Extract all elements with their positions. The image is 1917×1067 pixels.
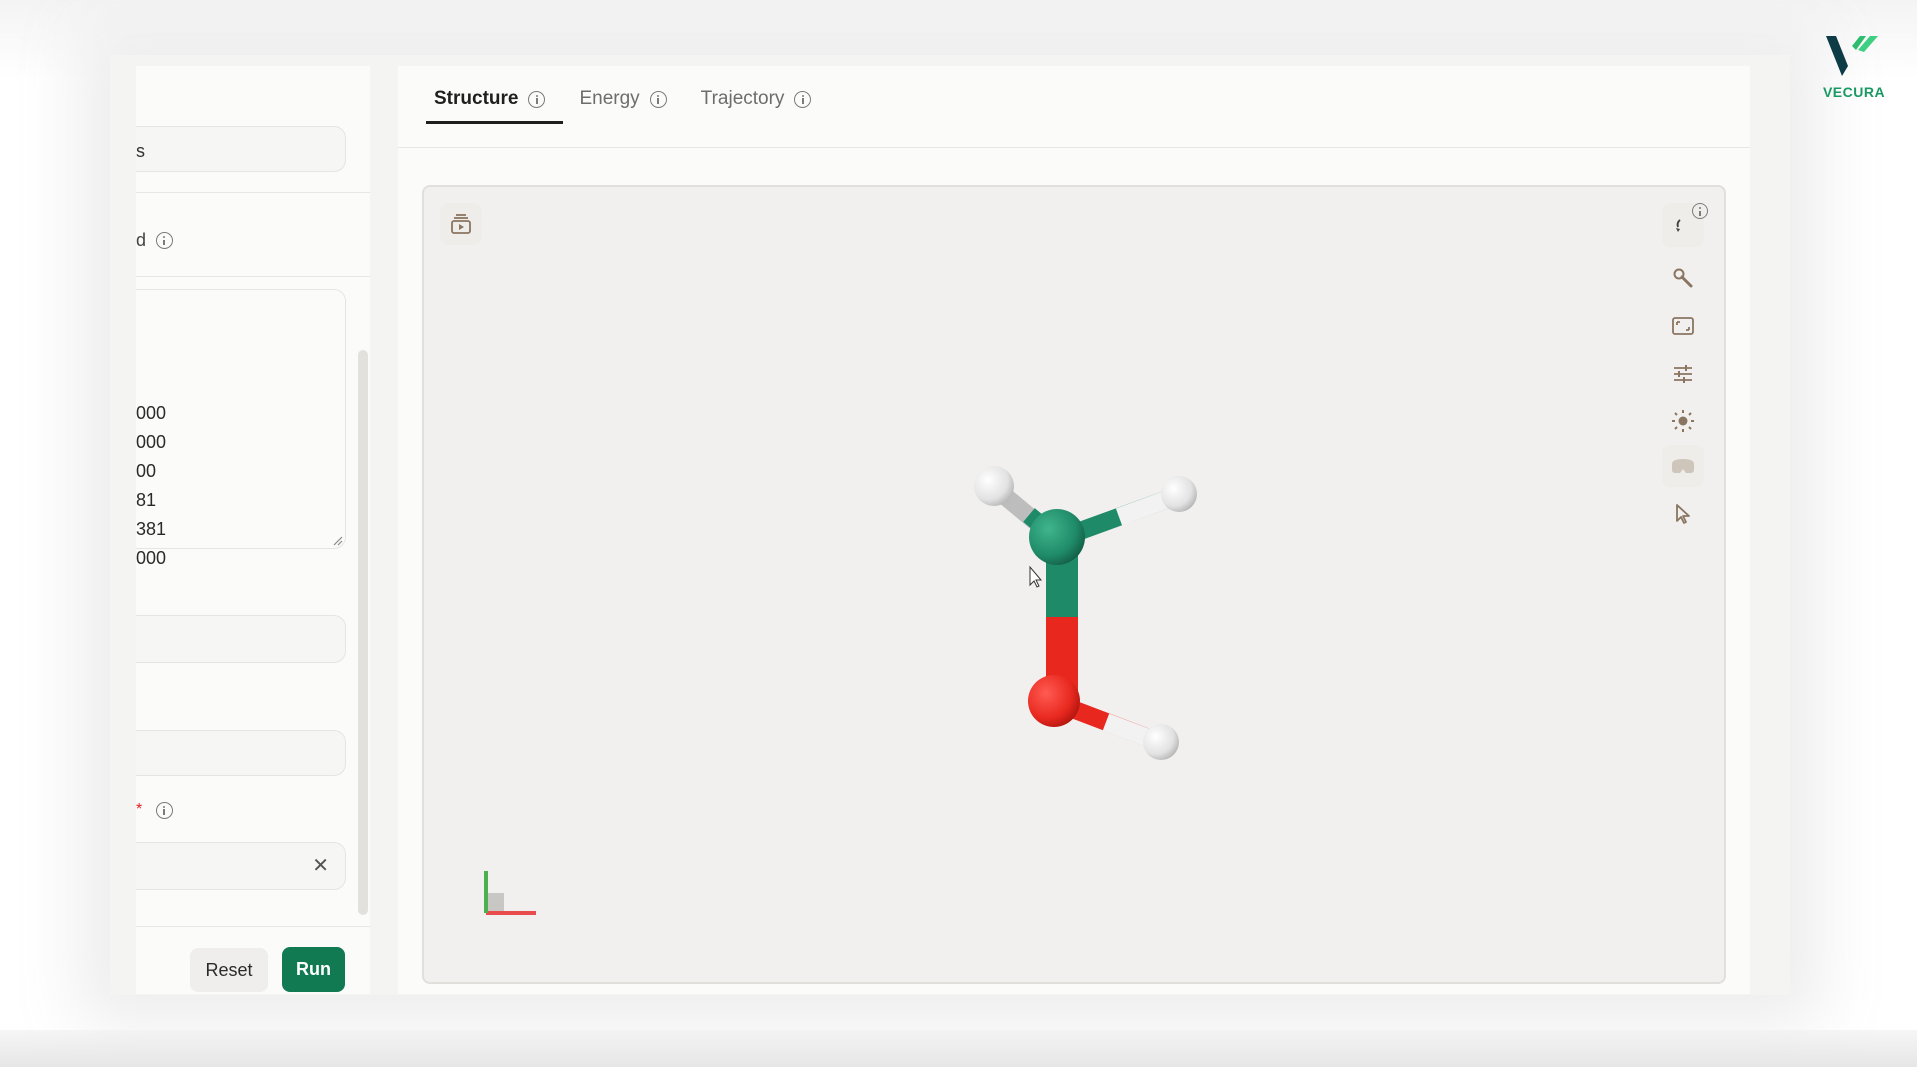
input-field-3[interactable] bbox=[136, 615, 346, 663]
field-label-5: * bbox=[136, 801, 174, 819]
axes-gizmo bbox=[484, 871, 536, 915]
required-marker: * bbox=[136, 801, 143, 818]
hydrogen-atom[interactable] bbox=[974, 466, 1014, 506]
input-field-4[interactable] bbox=[136, 730, 346, 776]
brand-name: VECURA bbox=[1822, 84, 1886, 100]
coordinates-textarea[interactable] bbox=[136, 289, 346, 549]
field-label-2: d bbox=[136, 230, 174, 251]
coordinate-line: 81 bbox=[136, 490, 157, 510]
hydrogen-atom[interactable] bbox=[1143, 724, 1179, 760]
section-divider bbox=[136, 192, 370, 193]
clear-icon[interactable]: ✕ bbox=[312, 853, 329, 878]
carbon-atom[interactable] bbox=[1029, 509, 1085, 565]
molecule-scene[interactable] bbox=[424, 187, 1724, 982]
tab-energy[interactable]: Energy bbox=[579, 88, 674, 124]
tab-divider bbox=[398, 147, 1750, 148]
coordinate-line: 000 bbox=[136, 548, 167, 568]
info-icon[interactable] bbox=[794, 90, 812, 108]
tab-label: Structure bbox=[434, 88, 519, 109]
hydrogen-atom[interactable] bbox=[1161, 476, 1197, 512]
molecule-viewer[interactable] bbox=[422, 185, 1726, 984]
field-label-2-text: d bbox=[136, 230, 147, 250]
coordinate-line: 00 bbox=[136, 461, 157, 481]
bottom-fade bbox=[0, 1030, 1917, 1067]
info-icon[interactable] bbox=[649, 90, 667, 108]
left-panel: s d 000 000 00 81 381 000 * ✕ bbox=[136, 66, 370, 994]
run-button[interactable]: Run bbox=[282, 947, 345, 992]
coordinate-line: 000 bbox=[136, 432, 167, 452]
tab-bar: Structure Energy Trajectory bbox=[425, 88, 820, 124]
coordinates-text: 000 000 00 81 381 000 bbox=[136, 399, 166, 573]
mouse-cursor-icon bbox=[1029, 565, 1043, 588]
oxygen-atom[interactable] bbox=[1028, 675, 1080, 727]
input-field-1-value: s bbox=[136, 141, 145, 161]
coordinate-line: 000 bbox=[136, 403, 167, 423]
info-icon[interactable] bbox=[156, 801, 174, 819]
coordinate-line: 381 bbox=[136, 519, 167, 539]
tab-structure[interactable]: Structure bbox=[425, 88, 564, 124]
info-icon[interactable] bbox=[528, 90, 546, 108]
tab-label: Energy bbox=[579, 88, 640, 109]
tab-label: Trajectory bbox=[700, 88, 785, 109]
input-field-5[interactable]: ✕ bbox=[136, 842, 346, 890]
reset-button[interactable]: Reset bbox=[190, 948, 268, 992]
input-field-1[interactable]: s bbox=[136, 126, 346, 172]
resize-handle-icon[interactable] bbox=[333, 536, 343, 546]
left-panel-scrollbar[interactable] bbox=[358, 350, 368, 915]
info-icon[interactable] bbox=[156, 232, 174, 249]
section-divider bbox=[136, 276, 370, 277]
tab-trajectory[interactable]: Trajectory bbox=[701, 88, 820, 124]
footer-divider bbox=[136, 926, 370, 927]
vecura-logo bbox=[1826, 36, 1878, 76]
